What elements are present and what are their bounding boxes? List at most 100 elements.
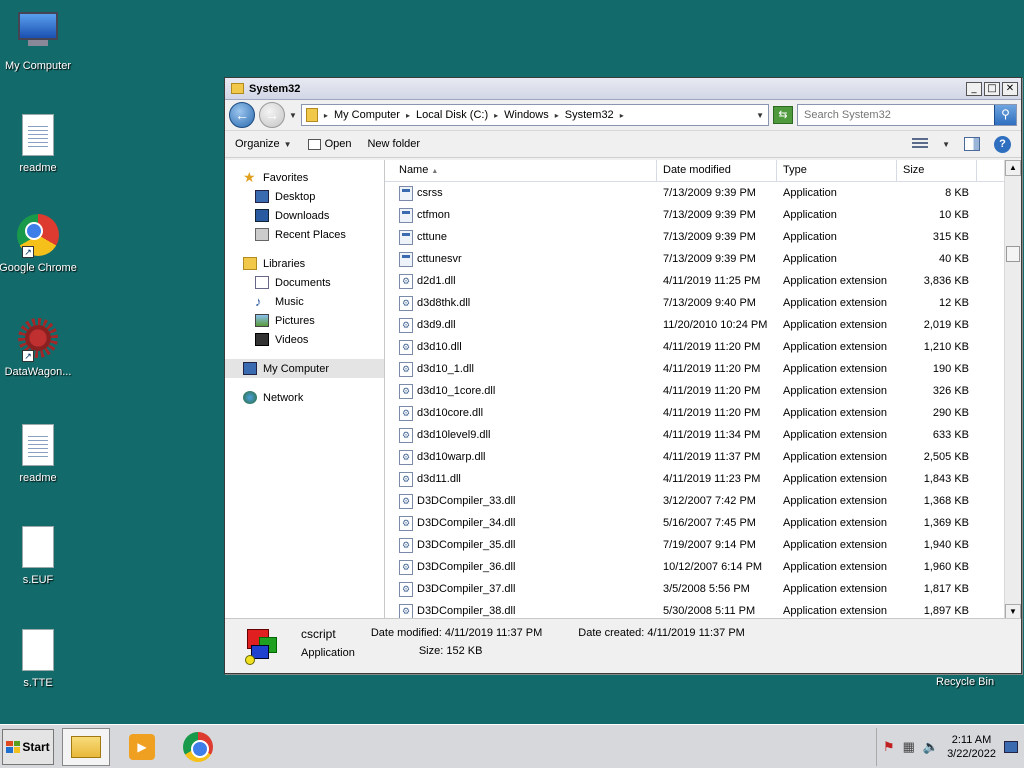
nav-my-computer[interactable]: My Computer	[225, 359, 384, 378]
media-player-icon: ▶	[129, 733, 155, 760]
breadcrumb-windows[interactable]: Windows	[504, 109, 549, 121]
file-row[interactable]: D3DCompiler_38.dll 5/30/2008 5:11 PM Appli…	[385, 600, 1005, 620]
organize-button[interactable]: Organize ▼	[235, 138, 292, 150]
chevron-right-icon[interactable]: ▸	[406, 111, 410, 120]
clock[interactable]: 2:11 AM 3/22/2022	[947, 733, 996, 761]
network-icon[interactable]: ▦	[903, 739, 915, 755]
close-button[interactable]: ✕	[1002, 81, 1018, 96]
file-row[interactable]: D3DCompiler_36.dll 10/12/2007 6:14 PM Appl…	[385, 556, 1005, 578]
dll-file-icon	[399, 559, 413, 575]
file-row[interactable]: D3DCompiler_34.dll 5/16/2007 7:45 PM Appli…	[385, 512, 1005, 534]
recent-pages-dropdown-icon[interactable]: ▼	[289, 111, 297, 120]
file-row[interactable]: d3d10core.dll 4/11/2019 11:20 PM Applicati…	[385, 402, 1005, 424]
folder-icon	[305, 108, 318, 122]
preview-pane-icon[interactable]	[964, 137, 980, 151]
file-type: Application	[783, 187, 837, 199]
vertical-scrollbar[interactable]: ▲ ▼	[1004, 160, 1021, 620]
file-row[interactable]: D3DCompiler_35.dll 7/19/2007 9:14 PM Appli…	[385, 534, 1005, 556]
desktop-icon-datawagon[interactable]: ↗ DataWagon...	[0, 318, 78, 378]
file-size: 1,843 KB	[923, 473, 969, 485]
file-row[interactable]: cttune 7/13/2009 9:39 PM Application 315 KB	[385, 226, 1005, 248]
change-view-icon[interactable]	[912, 138, 929, 150]
window-title: System32	[249, 82, 301, 95]
nav-label: Favorites	[263, 171, 309, 184]
taskbar-media-player-button[interactable]: ▶	[118, 728, 166, 766]
breadcrumb-local-disk[interactable]: Local Disk (C:)	[416, 109, 488, 121]
file-row[interactable]: D3DCompiler_37.dll 3/5/2008 5:56 PM Applic…	[385, 578, 1005, 600]
breadcrumb-system32[interactable]: System32	[565, 109, 614, 121]
address-bar[interactable]: ▸ My Computer ▸ Local Disk (C:) ▸ Window…	[300, 104, 769, 126]
file-row[interactable]: csrss 7/13/2009 9:39 PM Application 8 KB	[385, 182, 1005, 204]
nav-pictures[interactable]: Pictures	[225, 311, 384, 330]
file-date: 5/16/2007 7:45 PM	[663, 517, 756, 529]
desktop-icon-readme-2[interactable]: readme	[0, 424, 78, 484]
file-row[interactable]: d3d11.dll 4/11/2019 11:23 PM Application e…	[385, 468, 1005, 490]
desktop-icon-recycle-bin[interactable]: Recycle Bin	[936, 676, 994, 688]
file-row[interactable]: d2d1.dll 4/11/2019 11:25 PM Application ex…	[385, 270, 1005, 292]
chevron-right-icon[interactable]: ▸	[494, 111, 498, 120]
file-row[interactable]: d3d10level9.dll 4/11/2019 11:34 PM Applica…	[385, 424, 1005, 446]
desktop-icon-my-computer[interactable]: My Computer	[0, 10, 78, 72]
minimize-button[interactable]: _	[966, 81, 982, 96]
desktop-icon-s-tte[interactable]: s.TTE	[0, 629, 78, 689]
new-folder-button[interactable]: New folder	[367, 138, 420, 150]
desktop-icon-s-euf[interactable]: s.EUF	[0, 526, 78, 586]
file-row[interactable]: d3d9.dll 11/20/2010 10:24 PM Application e…	[385, 314, 1005, 336]
file-row[interactable]: D3DCompiler_33.dll 3/12/2007 7:42 PM Appli…	[385, 490, 1005, 512]
help-icon[interactable]: ?	[994, 135, 1011, 153]
chevron-right-icon[interactable]: ▸	[324, 111, 328, 120]
nav-music[interactable]: ♪ Music	[225, 292, 384, 311]
search-icon[interactable]: ⚲	[994, 105, 1016, 125]
open-button[interactable]: Open	[307, 138, 351, 150]
column-header-size[interactable]: Size	[897, 160, 977, 181]
show-desktop-icon[interactable]	[1004, 740, 1018, 753]
forward-button[interactable]: →	[259, 102, 285, 128]
file-row[interactable]: d3d8thk.dll 7/13/2009 9:40 PM Application …	[385, 292, 1005, 314]
nav-recent-places[interactable]: Recent Places	[225, 225, 384, 244]
maximize-button[interactable]: □	[984, 81, 1000, 96]
taskbar-explorer-button[interactable]	[62, 727, 110, 766]
nav-label: Desktop	[275, 190, 316, 203]
file-row[interactable]: d3d10.dll 4/11/2019 11:20 PM Application e…	[385, 336, 1005, 358]
chevron-right-icon[interactable]: ▸	[620, 111, 624, 120]
file-row[interactable]: d3d10_1core.dll 4/11/2019 11:20 PM Applica…	[385, 380, 1005, 402]
file-size: 1,960 KB	[923, 561, 969, 573]
breadcrumb-my-computer[interactable]: My Computer	[334, 109, 400, 121]
explorer-window: System32 _ □ ✕ ← → ▼ ▸ My Computer ▸ Loc…	[224, 77, 1022, 674]
file-date: 7/13/2009 9:39 PM	[663, 253, 756, 265]
action-center-flag-icon[interactable]: ⚑	[883, 739, 895, 755]
title-bar[interactable]: System32 _ □ ✕	[225, 78, 1021, 100]
nav-documents[interactable]: Documents	[225, 273, 384, 292]
volume-icon[interactable]: 🔈	[923, 739, 939, 755]
address-history-dropdown-icon[interactable]: ▼	[756, 111, 764, 120]
chevron-right-icon[interactable]: ▸	[555, 111, 559, 120]
desktop-icon-readme-1[interactable]: readme	[0, 114, 78, 174]
chevron-down-icon[interactable]: ▼	[942, 140, 950, 149]
column-header-name[interactable]: Name ▲	[385, 160, 657, 181]
nav-network[interactable]: Network	[225, 388, 384, 407]
scroll-thumb[interactable]	[1006, 246, 1020, 262]
column-header-date[interactable]: Date modified	[657, 160, 777, 181]
file-name: cttunesvr	[417, 253, 462, 265]
scroll-up-icon[interactable]: ▲	[1005, 160, 1021, 176]
column-header-type[interactable]: Type	[777, 160, 897, 181]
file-row[interactable]: cttunesvr 7/13/2009 9:39 PM Application 40 …	[385, 248, 1005, 270]
back-button[interactable]: ←	[229, 102, 255, 128]
file-row[interactable]: d3d10warp.dll 4/11/2019 11:37 PM Applicati…	[385, 446, 1005, 468]
nav-downloads[interactable]: Downloads	[225, 206, 384, 225]
dll-file-icon	[399, 471, 413, 487]
nav-desktop[interactable]: Desktop	[225, 187, 384, 206]
file-date: 4/11/2019 11:25 PM	[663, 275, 761, 287]
start-button[interactable]: Start	[2, 728, 54, 765]
nav-favorites[interactable]: ★ Favorites	[225, 168, 384, 187]
desktop-icon-google-chrome[interactable]: ↗ Google Chrome	[0, 214, 78, 274]
desktop-icon-label: s.EUF	[22, 574, 54, 586]
nav-libraries[interactable]: Libraries	[225, 254, 384, 273]
search-input[interactable]	[804, 109, 994, 121]
nav-videos[interactable]: Videos	[225, 330, 384, 349]
details-pane: cscript Application Date modified: 4/11/…	[225, 618, 1021, 673]
file-row[interactable]: d3d10_1.dll 4/11/2019 11:20 PM Application…	[385, 358, 1005, 380]
file-row[interactable]: ctfmon 7/13/2009 9:39 PM Application 10 KB	[385, 204, 1005, 226]
taskbar-chrome-button[interactable]	[174, 728, 222, 766]
refresh-button[interactable]: ⇆	[773, 106, 793, 124]
